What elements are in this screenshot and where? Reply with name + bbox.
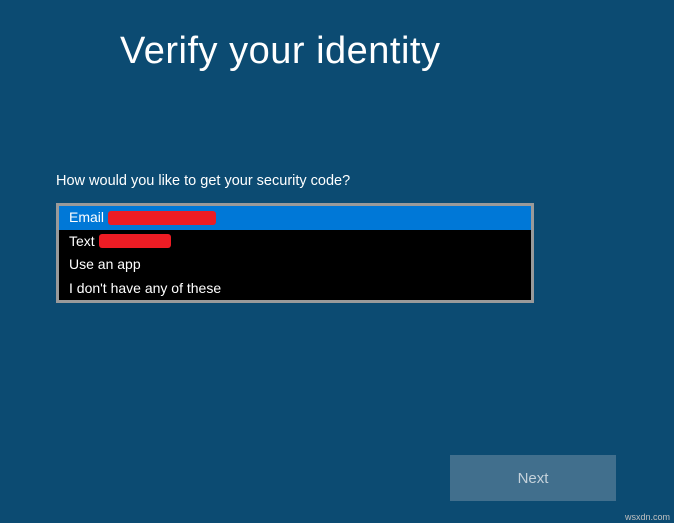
option-text-label: Text — [69, 232, 95, 252]
option-text[interactable]: Text — [59, 230, 531, 254]
option-email[interactable]: Email — [59, 206, 531, 230]
option-email-label: Email — [69, 208, 104, 228]
option-none-label: I don't have any of these — [69, 279, 221, 299]
redacted-phone — [99, 234, 171, 248]
security-method-dropdown[interactable]: Email Text Use an app I don't have any o… — [56, 203, 534, 303]
option-use-app-label: Use an app — [69, 255, 141, 275]
watermark: wsxdn.com — [625, 512, 670, 522]
page-title: Verify your identity — [120, 30, 616, 73]
option-none[interactable]: I don't have any of these — [59, 277, 531, 301]
security-code-prompt: How would you like to get your security … — [56, 173, 616, 189]
next-button[interactable]: Next — [450, 455, 616, 501]
option-use-app[interactable]: Use an app — [59, 253, 531, 277]
redacted-email — [108, 211, 216, 225]
